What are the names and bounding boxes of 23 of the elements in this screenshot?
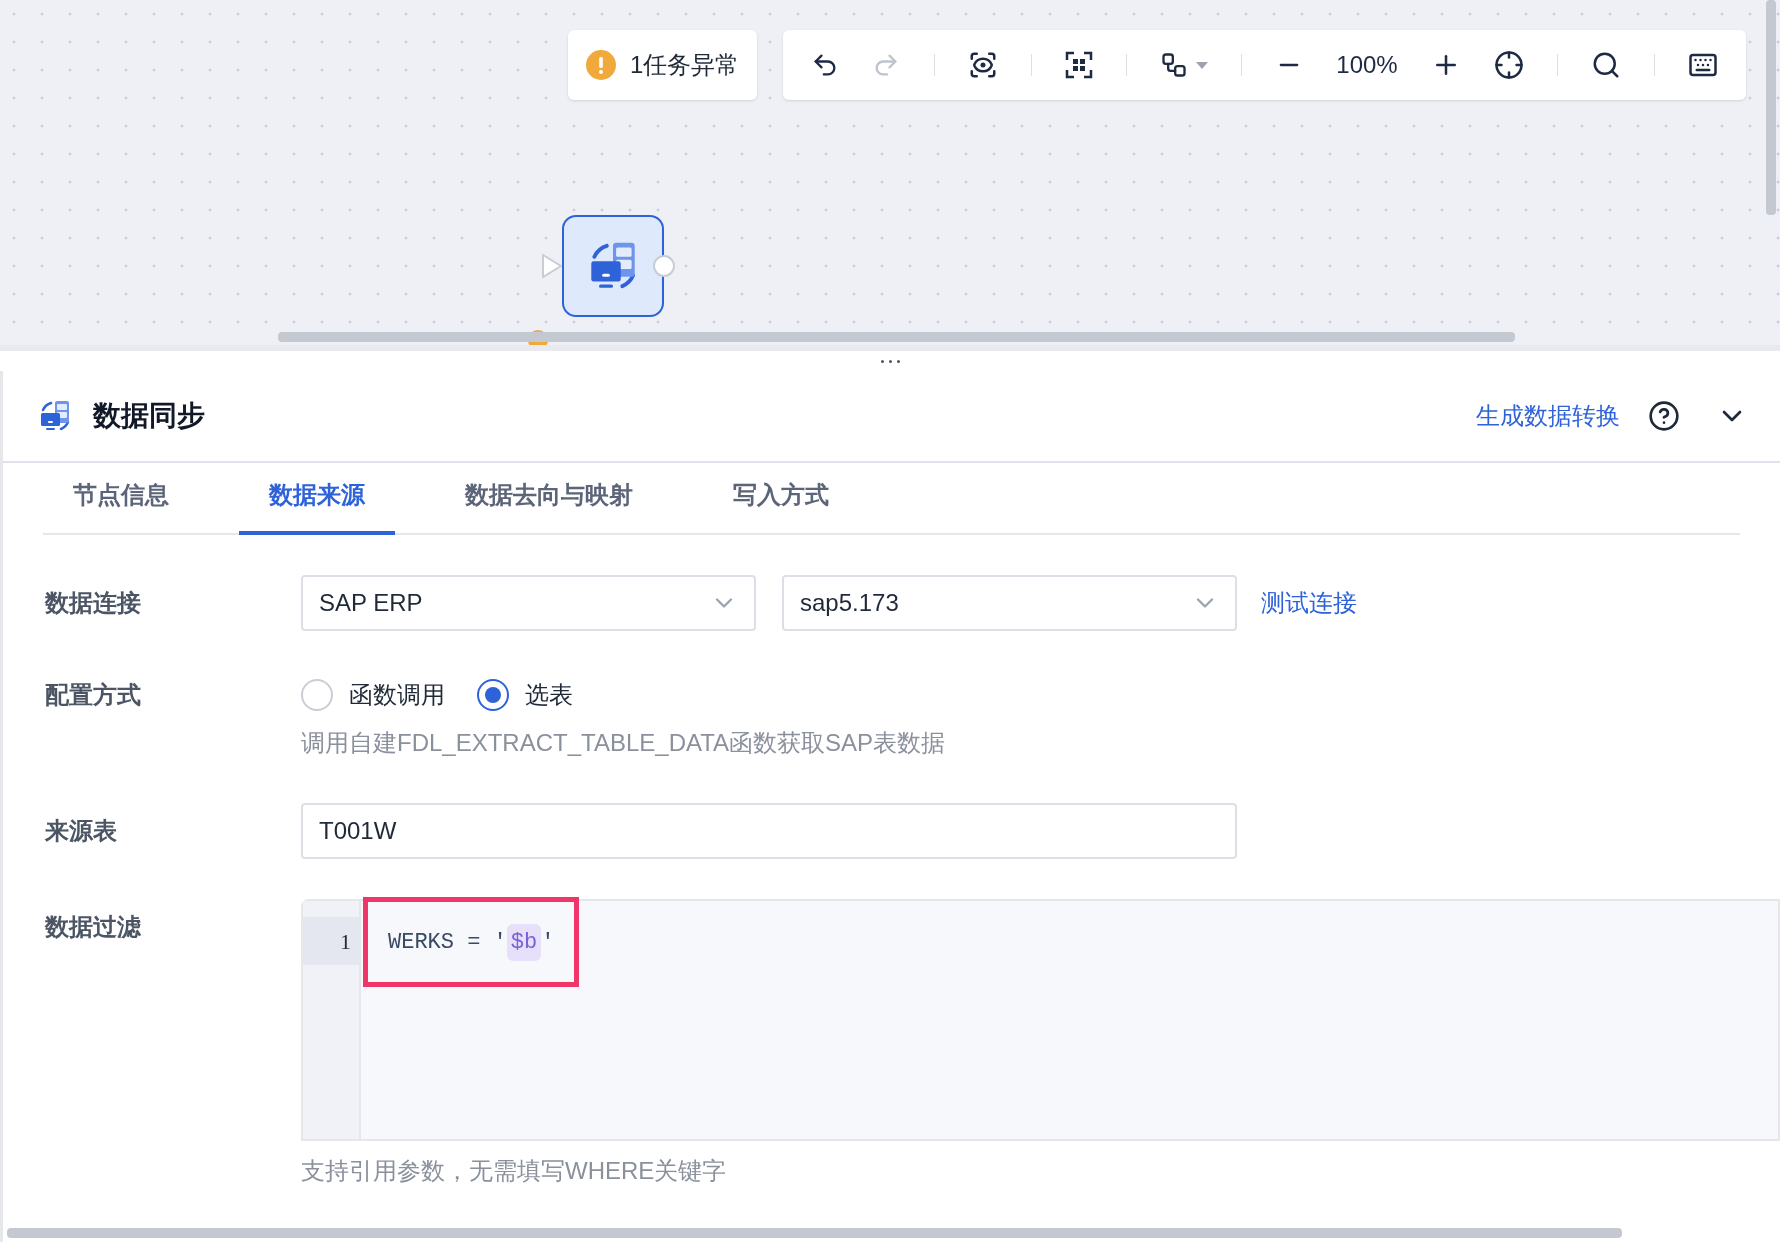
alert-card[interactable]: 1任务异常: [568, 30, 758, 100]
hint-text: 调用自建FDL_EXTRACT_TABLE_DATA函数获取SAP表数据: [301, 728, 947, 758]
radio-option[interactable]: 函数调用: [301, 677, 445, 713]
panel-title: 数据同步: [93, 399, 205, 433]
tab[interactable]: 节点信息: [43, 463, 199, 535]
line-number: 1: [303, 917, 359, 965]
test-connection-link[interactable]: 测试连接: [1261, 585, 1357, 621]
code-editor[interactable]: 1 WERKS = ' $b ': [301, 899, 1780, 1141]
tab[interactable]: 数据去向与映射: [435, 463, 663, 535]
source-table-field[interactable]: T001W: [301, 803, 1237, 859]
field-label: 配置方式: [45, 680, 142, 710]
connection-type-select[interactable]: SAP ERP: [301, 575, 756, 631]
tab[interactable]: 写入方式: [703, 463, 859, 535]
connection-select[interactable]: sap5.173: [782, 575, 1237, 631]
field-label: 数据过滤: [45, 912, 142, 942]
generate-transform-link[interactable]: 生成数据转换: [1476, 398, 1620, 434]
tab[interactable]: 数据来源: [239, 463, 395, 535]
hint-text: 支持引用参数，无需填写WHERE关键字: [301, 1156, 728, 1186]
radio-option[interactable]: 选表: [477, 677, 573, 713]
alert-text: 1任务异常: [630, 50, 740, 80]
field-label: 来源表: [45, 816, 118, 846]
zoom-level: 100%: [1336, 50, 1398, 80]
field-label: 数据连接: [45, 588, 142, 618]
